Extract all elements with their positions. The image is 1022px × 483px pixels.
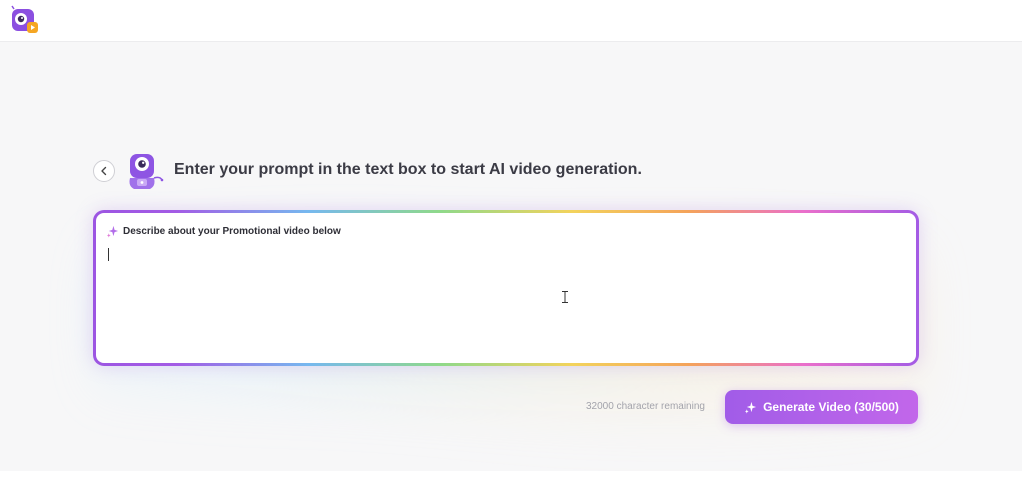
prompt-label: Describe about your Promotional video be… <box>123 226 341 237</box>
prompt-box-inner: Describe about your Promotional video be… <box>96 213 916 363</box>
generate-video-label: Generate Video (30/500) <box>763 400 899 414</box>
robot-mascot-icon <box>129 154 164 189</box>
back-button[interactable] <box>93 160 115 182</box>
generate-video-button[interactable]: Generate Video (30/500) <box>725 390 918 424</box>
sparkle-icon <box>106 225 119 238</box>
prompt-box: Describe about your Promotional video be… <box>93 210 919 366</box>
prompt-label-row: Describe about your Promotional video be… <box>106 225 341 238</box>
bottom-strip <box>0 471 1022 483</box>
text-caret <box>108 248 109 261</box>
app-logo-icon[interactable] <box>10 5 40 35</box>
top-bar <box>0 0 1022 42</box>
prompt-textarea[interactable] <box>106 246 906 354</box>
chevron-left-icon <box>101 166 107 176</box>
sparkle-icon <box>745 401 757 413</box>
text-cursor-icon <box>562 291 568 303</box>
page-heading: Enter your prompt in the text box to sta… <box>174 161 642 178</box>
page: Enter your prompt in the text box to sta… <box>0 0 1022 483</box>
character-remaining: 32000 character remaining <box>586 401 705 412</box>
